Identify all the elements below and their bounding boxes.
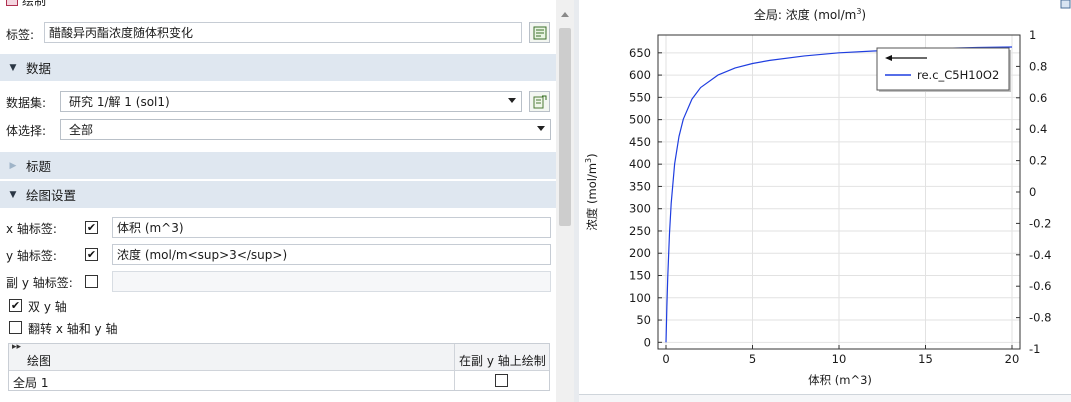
secondary-y-label-input[interactable] — [112, 271, 551, 292]
y2-axis-ticks: 1 0.8 0.6 0.4 0.2 0 -0.2 -0.4 -0.6 -0.8 -1 — [1016, 28, 1051, 356]
x-tick-label: 10 — [832, 352, 847, 366]
section-title[interactable]: ▶ 标题 — [0, 152, 556, 179]
plot-panel-bottom-bar — [579, 394, 1071, 402]
chevron-down-icon: ▼ — [9, 62, 17, 73]
secondary-y-label-caption: 副 y 轴标签: — [6, 276, 73, 290]
settings-scrollbar[interactable] — [556, 0, 574, 402]
y2-tick-label: -0.8 — [1029, 311, 1051, 325]
selection-value: 全部 — [69, 123, 94, 137]
section-data[interactable]: ▼ 数据 — [0, 54, 556, 81]
dataset-value: 研究 1/解 1 (sol1) — [69, 95, 170, 109]
y-axis-label-suffix: ) — [585, 153, 599, 158]
x-axis-label-caption: x 轴标签: — [6, 222, 57, 236]
y-axis-label-checkbox[interactable]: ✔ — [85, 248, 98, 261]
y-tick-label: 200 — [629, 246, 651, 260]
y2-tick-label: 0.2 — [1029, 154, 1047, 168]
x-tick-label: 5 — [749, 352, 756, 366]
y-tick-label: 600 — [629, 68, 651, 82]
y2-tick-label: -0.2 — [1029, 216, 1051, 230]
plot-legend[interactable]: re.c_C5H10O2 — [876, 47, 1011, 92]
y2-tick-label: 0 — [1029, 185, 1036, 199]
y2-tick-label: -0.4 — [1029, 248, 1051, 262]
table-cell-plot: 全局 1 — [13, 376, 49, 390]
flip-axes-checkbox[interactable] — [9, 321, 22, 334]
y-tick-label: 50 — [636, 313, 651, 327]
y-tick-label: 150 — [629, 269, 651, 283]
label-note-button[interactable] — [529, 22, 550, 43]
y2-tick-label: 1 — [1029, 28, 1036, 42]
chevron-right-icon: ▶ — [9, 160, 17, 171]
dropdown-arrow-icon — [508, 98, 516, 103]
dual-y-label: 双 y 轴 — [28, 300, 67, 314]
table-row[interactable]: 全局 1 — [9, 371, 549, 391]
legend-entry-label: re.c_C5H10O2 — [917, 68, 999, 82]
y-tick-label: 300 — [629, 202, 651, 216]
table-header: ▸▸ 绘图 在副 y 轴上绘制 — [9, 342, 549, 371]
x-axis-ticks: 0 5 10 15 20 — [662, 345, 1019, 366]
section-title-label: 标题 — [26, 159, 52, 174]
chart-title: 全局: 浓度 (mol/m3) — [754, 7, 866, 22]
x-axis-label: 体积 (m^3) — [808, 373, 872, 387]
y-axis-label-prefix: 浓度 (mol/m — [585, 163, 599, 231]
table-header-secondary: 在副 y 轴上绘制 — [459, 354, 546, 368]
note-icon — [533, 26, 546, 39]
scroll-up-icon[interactable] — [561, 12, 569, 17]
y2-tick-label: 0.8 — [1029, 59, 1047, 73]
dataset-goto-button[interactable] — [529, 91, 550, 112]
chevron-down-icon: ▼ — [9, 189, 17, 200]
plot-table: ▸▸ 绘图 在副 y 轴上绘制 全局 1 — [8, 342, 550, 391]
settings-panel: 绘制 标签: 醋酸异丙酯浓度随体积变化 ▼ 数据 数据集: 研究 1/解 1 (… — [0, 0, 574, 402]
y-tick-label: 250 — [629, 224, 651, 238]
x-tick-label: 20 — [1005, 352, 1020, 366]
section-data-label: 数据 — [26, 61, 52, 76]
selection-select[interactable]: 全部 — [60, 119, 551, 140]
dataset-select[interactable]: 研究 1/解 1 (sol1) — [60, 91, 522, 112]
y-tick-label: 500 — [629, 113, 651, 127]
plot-header-label: 绘制 — [22, 0, 47, 8]
x-axis-label-input[interactable]: 体积 (m^3) — [112, 217, 551, 238]
y-axis-label-input[interactable]: 浓度 (mol/m<sup>3</sup>) — [112, 244, 551, 265]
table-cell-secondary-checkbox[interactable] — [495, 374, 508, 387]
expand-icon[interactable]: ▸▸ — [12, 342, 21, 352]
table-header-plot: 绘图 — [27, 354, 52, 368]
label-input[interactable]: 醋酸异丙酯浓度随体积变化 — [44, 22, 522, 43]
label-caption: 标签: — [6, 28, 35, 42]
y2-tick-label: 0.4 — [1029, 122, 1047, 136]
goto-source-icon — [533, 95, 546, 108]
x-tick-label: 0 — [662, 352, 669, 366]
section-plot-settings-label: 绘图设置 — [26, 188, 77, 203]
y-tick-label: 100 — [629, 291, 651, 305]
secondary-y-label-checkbox[interactable] — [85, 275, 98, 288]
y-tick-label: 650 — [629, 46, 651, 60]
table-column-divider — [454, 344, 455, 390]
x-tick-label: 15 — [918, 352, 933, 366]
plot-canvas: 0 5 10 15 20 0501001502002503003504004505005… — [584, 0, 1071, 387]
chart-title-suffix: ) — [861, 8, 866, 22]
plot-panel: 0 5 10 15 20 0 50 100 150 200 250 300 350 400 450 500 5… — [579, 0, 1071, 402]
plot-header-cut: 绘制 — [6, 0, 47, 8]
y2-tick-label: 0.6 — [1029, 91, 1047, 105]
y2-tick-label: -1 — [1029, 342, 1040, 356]
scrollbar-thumb[interactable] — [559, 28, 571, 226]
y-tick-label: 350 — [629, 179, 651, 193]
y-axis-label: 浓度 (mol/m3) — [584, 153, 599, 230]
toolbar-corner-icon[interactable] — [1060, 0, 1071, 9]
y-axis-ticks: 0 50 100 150 200 250 300 350 400 450 500 550 600 650 — [629, 46, 662, 349]
y-tick-label: 400 — [629, 157, 651, 171]
dual-y-checkbox[interactable]: ✔ — [9, 299, 22, 312]
selection-caption: 体选择: — [6, 124, 47, 138]
dataset-caption: 数据集: — [6, 96, 47, 110]
y2-tick-label: -0.6 — [1029, 279, 1051, 293]
plot-node-icon — [6, 0, 18, 6]
section-plot-settings[interactable]: ▼ 绘图设置 — [0, 181, 556, 208]
x-axis-label-checkbox[interactable]: ✔ — [85, 221, 98, 234]
y-tick-label: 550 — [629, 90, 651, 104]
flip-axes-label: 翻转 x 轴和 y 轴 — [28, 322, 118, 336]
chart-title-prefix: 全局: 浓度 (mol/m — [754, 7, 856, 22]
y-axis-label-caption: y 轴标签: — [6, 249, 57, 263]
y-tick-label: 0 — [644, 335, 651, 349]
y-tick-label: 450 — [629, 135, 651, 149]
dropdown-arrow-icon — [537, 126, 545, 131]
